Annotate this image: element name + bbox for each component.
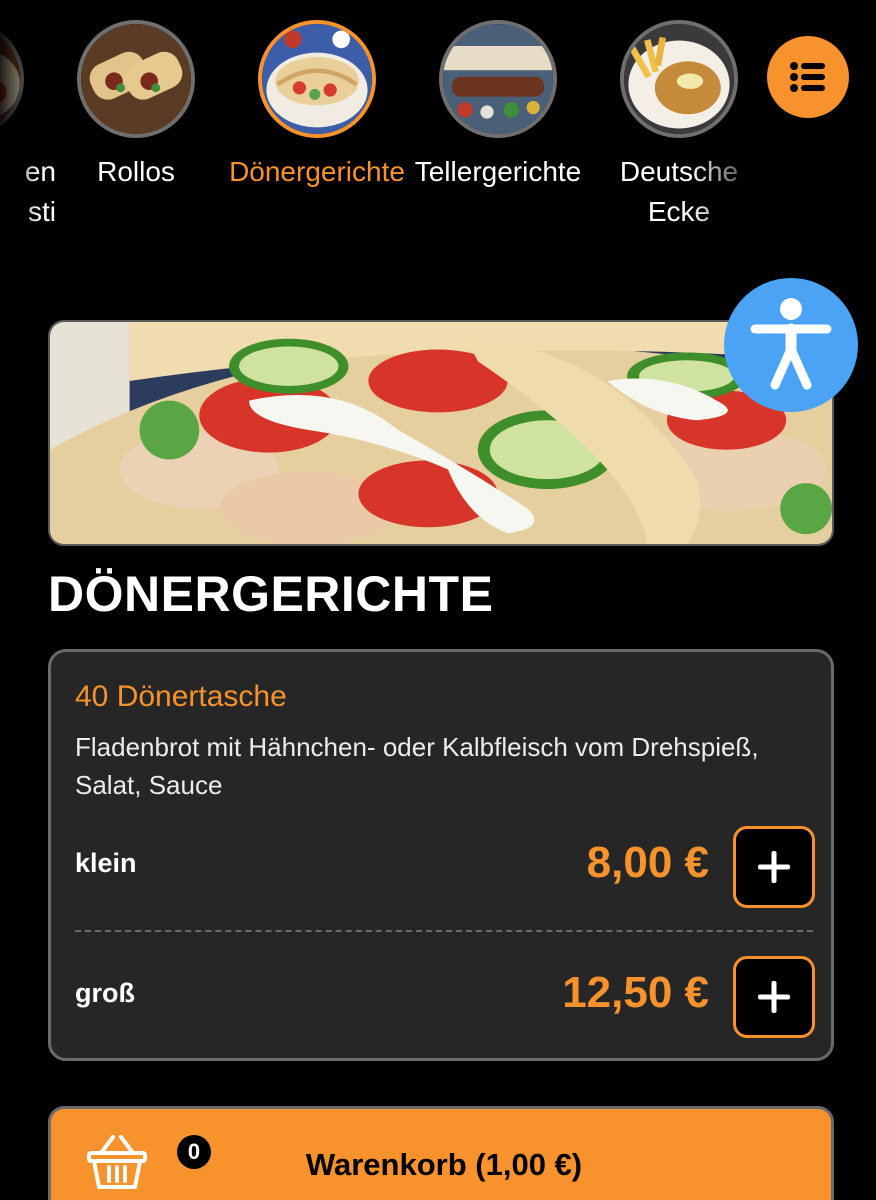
product-description: Fladenbrot mit Hähnchen- oder Kalbfleisc…: [75, 732, 759, 800]
add-to-cart-button[interactable]: [733, 826, 815, 908]
category-item-deutsche-ecke[interactable]: Deutsche Ecke: [584, 20, 774, 232]
cart-bar[interactable]: 0 Warenkorb (1,00 €): [48, 1106, 834, 1200]
category-label-line1: Dönergerichte: [229, 156, 405, 187]
size-option-row: groß 12,50 €: [75, 956, 815, 1038]
category-thumbnail: [439, 20, 557, 138]
category-label: Tellergerichte: [403, 152, 593, 192]
category-label: Deutsche Ecke: [584, 152, 774, 232]
accessibility-person-icon: [750, 298, 832, 390]
list-icon: [790, 62, 825, 92]
category-item-rollos[interactable]: Rollos: [41, 20, 231, 192]
size-price: 12,50 €: [562, 968, 709, 1017]
schnitzel-photo-icon: [624, 24, 734, 134]
category-label-line1: Deutsche: [619, 156, 739, 187]
wraps-photo-icon: [81, 24, 191, 134]
size-option-row: klein 8,00 €: [75, 826, 815, 908]
size-price: 8,00 €: [586, 838, 709, 887]
plus-icon: [758, 851, 790, 883]
category-label-line1: Tellergerichte: [414, 156, 582, 187]
category-strip[interactable]: en sti Rollos Dönergerichte Tellergerich…: [0, 0, 876, 250]
category-item-doenergerichte[interactable]: Dönergerichte: [222, 20, 412, 192]
grill-plate-photo-icon: [443, 24, 553, 134]
category-thumbnail: [77, 20, 195, 138]
section-title: DÖNERGERICHTE: [48, 566, 494, 622]
row-divider: [75, 930, 813, 932]
category-label-line2: Ecke: [647, 196, 711, 227]
product-name: 40 Dönertasche: [75, 680, 287, 713]
food-photo-icon: [0, 24, 20, 134]
accessibility-button[interactable]: [724, 278, 858, 412]
section-hero-image: [48, 320, 834, 546]
add-to-cart-button[interactable]: [733, 956, 815, 1038]
cart-label: Warenkorb (1,00 €): [305, 1147, 583, 1182]
category-label-line2: sti: [28, 196, 56, 227]
size-label: groß: [75, 978, 135, 1008]
category-label: Rollos: [41, 152, 231, 192]
plus-icon: [758, 981, 790, 1013]
category-thumbnail: [620, 20, 738, 138]
category-label-line1: Rollos: [97, 156, 175, 187]
size-label: klein: [75, 848, 137, 878]
category-item-tellergerichte[interactable]: Tellergerichte: [403, 20, 593, 192]
category-thumbnail: [0, 20, 24, 138]
category-thumbnail: [258, 20, 376, 138]
category-label: Dönergerichte: [222, 152, 412, 192]
doner-plate-photo-icon: [262, 24, 372, 134]
doner-pita-photo-icon: [50, 322, 832, 544]
category-menu-button[interactable]: [767, 36, 849, 118]
product-card: 40 Dönertasche Fladenbrot mit Hähnchen- …: [48, 649, 834, 1061]
